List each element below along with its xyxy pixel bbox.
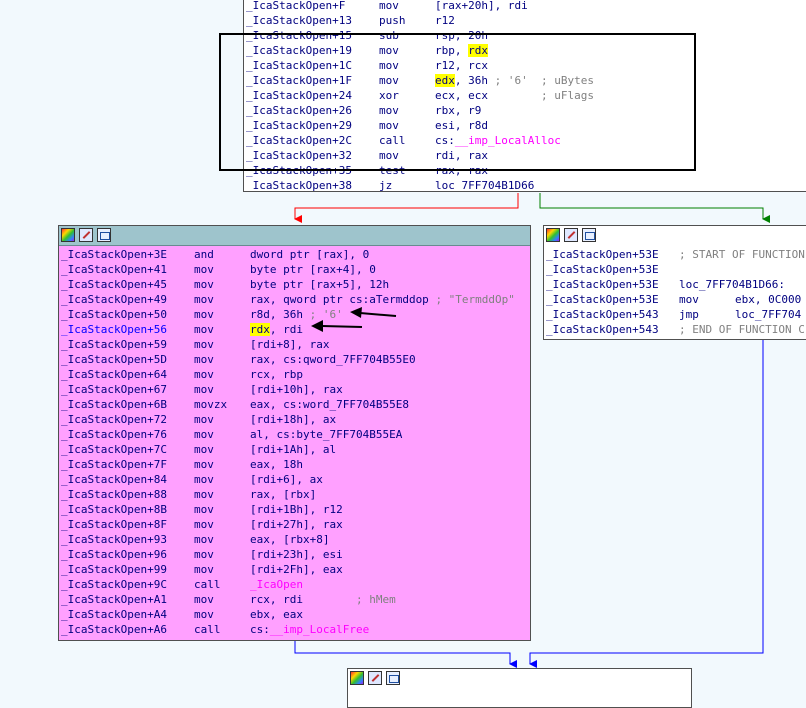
graph-edges: [294, 193, 770, 668]
edge-false: [294, 193, 519, 223]
annotation-arrow: [350, 307, 397, 318]
edge-right-to-bottom: [529, 340, 764, 668]
edge-true: [539, 193, 770, 223]
annotation-arrow: [311, 320, 363, 332]
edge-left-to-bottom: [294, 641, 517, 668]
